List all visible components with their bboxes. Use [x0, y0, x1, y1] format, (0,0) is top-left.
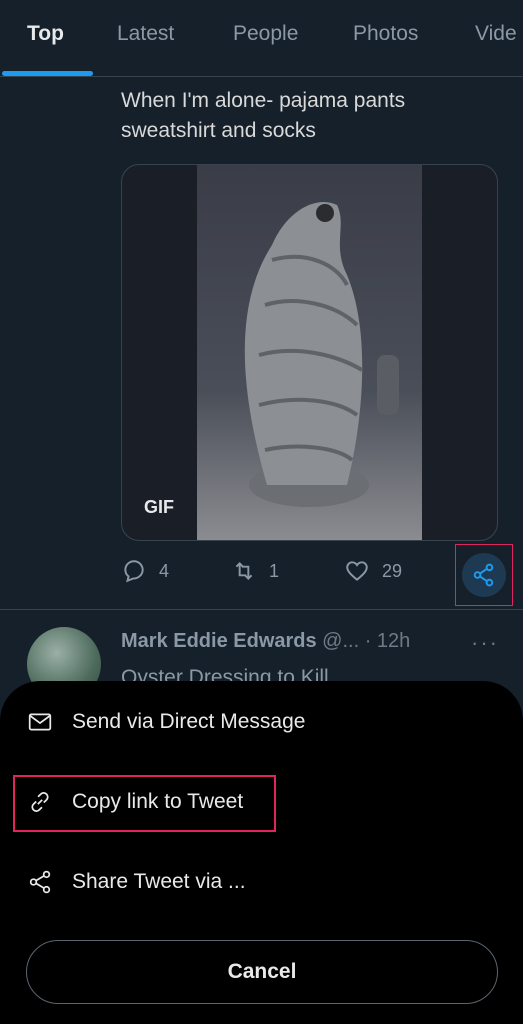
author-handle-time: @... · 12h: [316, 630, 411, 652]
tweet-author-row: Mark Eddie Edwards @... · 12h: [121, 630, 410, 653]
retweet-count: 1: [269, 560, 280, 581]
author-name[interactable]: Mark Eddie Edwards: [121, 630, 317, 652]
send-direct-message-option[interactable]: Send via Direct Message: [0, 694, 523, 750]
like-button[interactable]: 29: [344, 558, 402, 584]
share-icon: [29, 870, 51, 894]
tab-videos[interactable]: Vide: [475, 22, 517, 46]
share-tweet-via-option[interactable]: Share Tweet via ...: [0, 854, 523, 910]
share-tweet-via-label: Share Tweet via ...: [72, 870, 246, 893]
reply-icon: [124, 560, 144, 583]
gif-badge: GIF: [144, 497, 174, 517]
tab-photos[interactable]: Photos: [353, 22, 418, 46]
copy-link-highlight-box: [13, 775, 276, 832]
gif-preview-image: [197, 165, 422, 540]
tab-latest[interactable]: Latest: [117, 22, 174, 46]
tab-top[interactable]: Top: [27, 22, 64, 46]
reply-count: 4: [159, 560, 170, 581]
tweet-media-gif[interactable]: GIF: [121, 164, 498, 541]
reply-button[interactable]: 4: [121, 558, 169, 584]
active-tab-indicator: [2, 71, 93, 76]
cancel-button[interactable]: Cancel: [26, 940, 498, 1004]
retweet-icon: [235, 562, 253, 580]
more-options-icon[interactable]: ···: [471, 630, 499, 656]
send-direct-message-label: Send via Direct Message: [72, 710, 306, 733]
tweet-divider: [0, 609, 523, 610]
tweet-text: When I'm alone- pajama pants sweatshirt …: [121, 89, 406, 142]
heart-icon: [346, 561, 368, 581]
share-button-highlight: [462, 553, 506, 597]
puffer-jacket-figure: [244, 201, 399, 507]
share-button[interactable]: [455, 544, 513, 606]
tweet-actions: 4 1 29: [121, 558, 511, 592]
search-tabs: Top Latest People Photos Vide: [0, 0, 523, 77]
mail-icon: [28, 713, 52, 731]
share-icon: [473, 563, 494, 587]
like-count: 29: [382, 560, 403, 581]
tab-people[interactable]: People: [233, 22, 298, 46]
retweet-button[interactable]: 1: [231, 558, 279, 584]
